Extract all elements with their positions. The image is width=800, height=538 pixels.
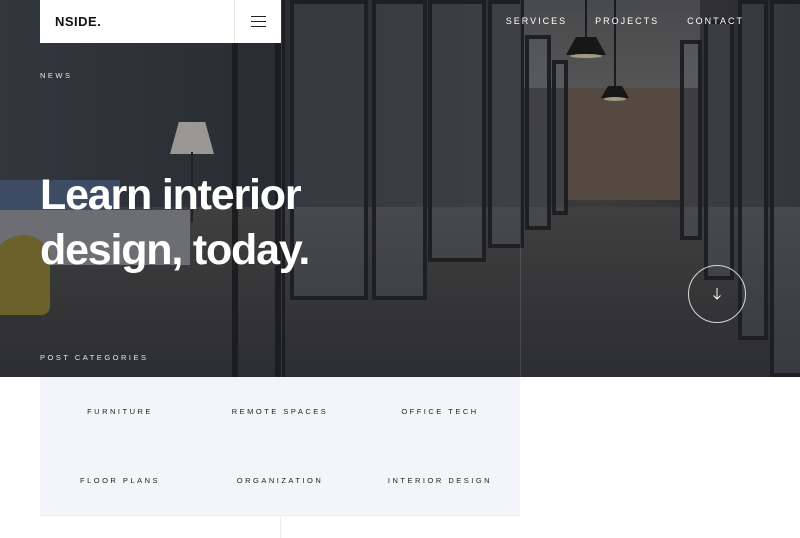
main-nav: SERVICES PROJECTS CONTACT — [506, 16, 744, 26]
arrow-down-icon — [713, 288, 721, 300]
category-organization[interactable]: ORGANIZATION — [200, 446, 360, 515]
nav-projects[interactable]: PROJECTS — [595, 16, 659, 26]
category-remote-spaces[interactable]: REMOTE SPACES — [200, 377, 360, 446]
category-furniture[interactable]: FURNITURE — [40, 377, 200, 446]
category-floor-plans[interactable]: FLOOR PLANS — [40, 446, 200, 515]
menu-line — [250, 21, 266, 22]
scroll-down-button[interactable] — [688, 265, 746, 323]
hero-headline: Learn interior design, today. — [40, 171, 310, 274]
post-categories-heading: POST CATEGORIES — [40, 353, 149, 362]
hamburger-menu-icon[interactable] — [234, 0, 281, 43]
nav-contact[interactable]: CONTACT — [687, 16, 744, 26]
menu-line — [250, 26, 266, 27]
category-interior-design[interactable]: INTERIOR DESIGN — [360, 446, 520, 515]
menu-line — [250, 16, 266, 17]
category-office-tech[interactable]: OFFICE TECH — [360, 377, 520, 446]
content-divider — [40, 515, 520, 538]
hero-eyebrow: NEWS — [40, 71, 73, 80]
grid-guide-line — [520, 0, 521, 538]
site-logo[interactable]: NSIDE. — [40, 0, 234, 43]
nav-services[interactable]: SERVICES — [506, 16, 567, 26]
header-logo-bar: NSIDE. — [40, 0, 281, 43]
category-grid: FURNITURE REMOTE SPACES OFFICE TECH FLOO… — [40, 377, 520, 515]
